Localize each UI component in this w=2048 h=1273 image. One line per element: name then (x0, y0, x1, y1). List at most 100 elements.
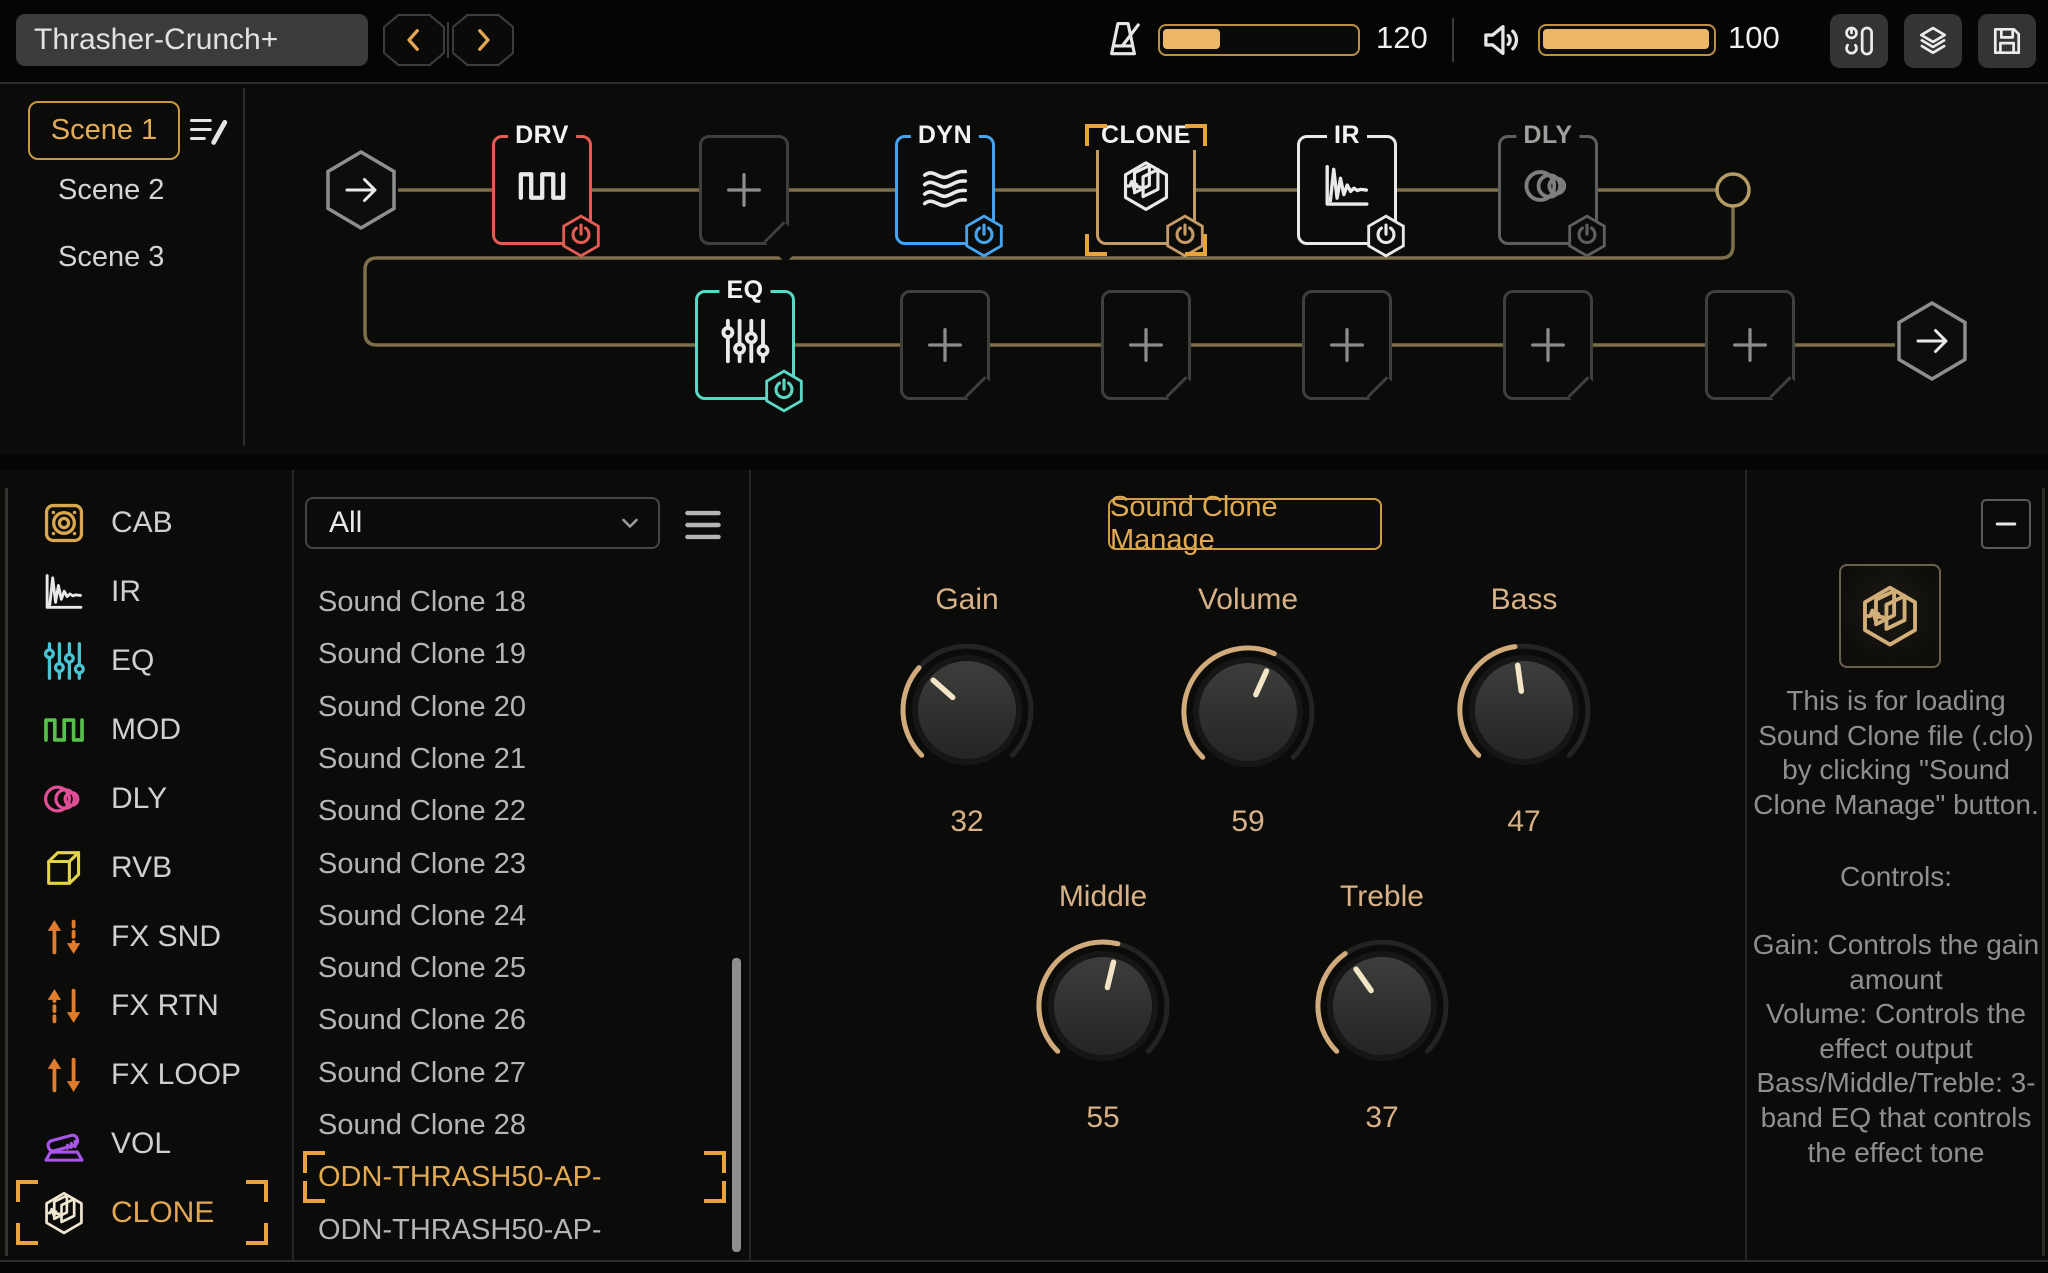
chain-junction-node (1717, 174, 1749, 206)
treble-knob[interactable] (1307, 931, 1457, 1081)
right-scroll-track[interactable] (2042, 488, 2045, 1256)
prev-preset-button[interactable] (383, 14, 445, 66)
empty-effect-slot[interactable] (1101, 290, 1191, 400)
chain-input-node[interactable] (324, 149, 398, 231)
power-icon[interactable] (561, 214, 601, 258)
empty-effect-slot[interactable] (1503, 290, 1593, 400)
browser-item-label: ODN-THRASH50-AP- (318, 1214, 602, 1247)
delay-circles-icon (41, 776, 87, 822)
effect-power-toggle[interactable] (561, 214, 601, 258)
empty-effect-slot[interactable] (699, 135, 789, 245)
effect-block-clone[interactable]: CLONE (1096, 135, 1196, 245)
effect-block-dly[interactable]: DLY (1498, 135, 1598, 245)
fx-return-icon (41, 983, 87, 1029)
middle-knob[interactable] (1028, 931, 1178, 1081)
sidebar-item-rvb[interactable]: RVB (0, 833, 290, 902)
plus-icon (1123, 322, 1169, 368)
volume-knob[interactable] (1173, 637, 1323, 787)
effect-block-label: EQ (719, 276, 770, 305)
sidebar-item-label: CLONE (111, 1196, 214, 1230)
effect-power-toggle[interactable] (764, 369, 804, 413)
browser-item[interactable]: Sound Clone 22 (292, 785, 750, 837)
effect-block-label: IR (1327, 121, 1367, 150)
effect-block-label: DLY (1516, 121, 1579, 150)
effect-block-dyn[interactable]: DYN (895, 135, 995, 245)
controller-button[interactable] (1830, 14, 1888, 68)
effect-block-eq[interactable]: EQ (695, 290, 795, 400)
effect-block-drv[interactable]: DRV (492, 135, 592, 245)
knob-label-treble: Treble (1282, 880, 1482, 914)
layers-icon (1915, 23, 1951, 59)
empty-effect-slot[interactable] (1705, 290, 1795, 400)
knob-value-treble: 37 (1282, 1101, 1482, 1135)
browser-item-label: Sound Clone 23 (318, 848, 526, 881)
tempo-slider[interactable] (1158, 24, 1360, 56)
browser-item[interactable]: Sound Clone 18 (292, 576, 750, 628)
browser-item[interactable]: Sound Clone 28 (292, 1099, 750, 1151)
sidebar-item-dly[interactable]: DLY (0, 764, 290, 833)
browser-item[interactable]: Sound Clone 26 (292, 994, 750, 1046)
effect-power-toggle[interactable] (1165, 214, 1205, 258)
browser-item[interactable]: Sound Clone 25 (292, 942, 750, 994)
master-volume-slider[interactable] (1538, 24, 1716, 56)
effect-power-toggle[interactable] (964, 214, 1004, 258)
empty-effect-slot[interactable] (900, 290, 990, 400)
effect-power-toggle[interactable] (1567, 214, 1607, 258)
power-icon[interactable] (764, 369, 804, 413)
chain-output-node[interactable] (1895, 300, 1969, 382)
plus-icon (1727, 322, 1773, 368)
knob-value-volume: 59 (1148, 805, 1348, 839)
sidebar-item-fx-rtn[interactable]: FX RTN (0, 971, 290, 1040)
sidebar-item-cab[interactable]: CAB (0, 488, 290, 557)
sidebar-item-mod[interactable]: MOD (0, 695, 290, 764)
knob-value-bass: 47 (1424, 805, 1624, 839)
empty-effect-slot[interactable] (1302, 290, 1392, 400)
power-icon[interactable] (1567, 214, 1607, 258)
effect-power-toggle[interactable] (1366, 214, 1406, 258)
browser-item[interactable]: Sound Clone 23 (292, 838, 750, 890)
eq-sliders-icon (41, 638, 87, 684)
sidebar-item-clone[interactable]: CLONE (0, 1178, 290, 1247)
sidebar-item-ir[interactable]: IR (0, 557, 290, 626)
ir-curve-icon (41, 569, 87, 615)
browser-item[interactable]: ODN-THRASH50-AP- (292, 1204, 750, 1256)
metronome-icon (1102, 19, 1144, 61)
sidebar-item-label: FX RTN (111, 989, 219, 1023)
controls-description: Gain: Controls the gain amount Volume: C… (1751, 928, 2041, 1170)
browser-menu-button[interactable] (681, 503, 725, 547)
power-icon[interactable] (1165, 214, 1205, 258)
browser-item[interactable]: Sound Clone 19 (292, 628, 750, 680)
save-button[interactable] (1978, 14, 2036, 68)
gain-knob[interactable] (892, 635, 1042, 785)
next-preset-button[interactable] (452, 14, 514, 66)
tempo-value: 120 (1376, 20, 1428, 56)
topbar-divider (1452, 18, 1454, 62)
speaker-icon (1480, 18, 1524, 62)
browser-scrollbar-thumb[interactable] (732, 958, 741, 1252)
power-icon[interactable] (964, 214, 1004, 258)
sidebar-item-vol[interactable]: VOL (0, 1109, 290, 1178)
browser-item[interactable]: ODN-THRASH50-AP- (292, 1151, 750, 1203)
browser-item[interactable]: Sound Clone 20 (292, 681, 750, 733)
effect-block-ir[interactable]: IR (1297, 135, 1397, 245)
layers-button[interactable] (1904, 14, 1962, 68)
knob-value-middle: 55 (1003, 1101, 1203, 1135)
editor-divider (1745, 470, 1747, 1260)
browser-item[interactable]: Sound Clone 21 (292, 733, 750, 785)
sound-clone-manage-button[interactable]: Sound Clone Manage (1108, 498, 1382, 550)
browser-item[interactable]: Sound Clone 24 (292, 890, 750, 942)
sidebar-item-fx-snd[interactable]: FX SND (0, 902, 290, 971)
browser-item-label: Sound Clone 19 (318, 638, 526, 671)
minimize-panel-button[interactable] (1981, 499, 2031, 549)
sidebar-item-fx-loop[interactable]: FX LOOP (0, 1040, 290, 1109)
bass-knob[interactable] (1449, 635, 1599, 785)
sidebar-item-label: RVB (111, 851, 172, 885)
clone-box-icon (41, 1190, 87, 1236)
browser-item-label: Sound Clone 25 (318, 952, 526, 985)
preset-name-input[interactable] (16, 14, 368, 66)
filter-dropdown[interactable]: All (305, 497, 660, 549)
power-icon[interactable] (1366, 214, 1406, 258)
sidebar-item-eq[interactable]: EQ (0, 626, 290, 695)
browser-item[interactable]: Sound Clone 27 (292, 1047, 750, 1099)
sidebar-item-label: FX LOOP (111, 1058, 241, 1092)
